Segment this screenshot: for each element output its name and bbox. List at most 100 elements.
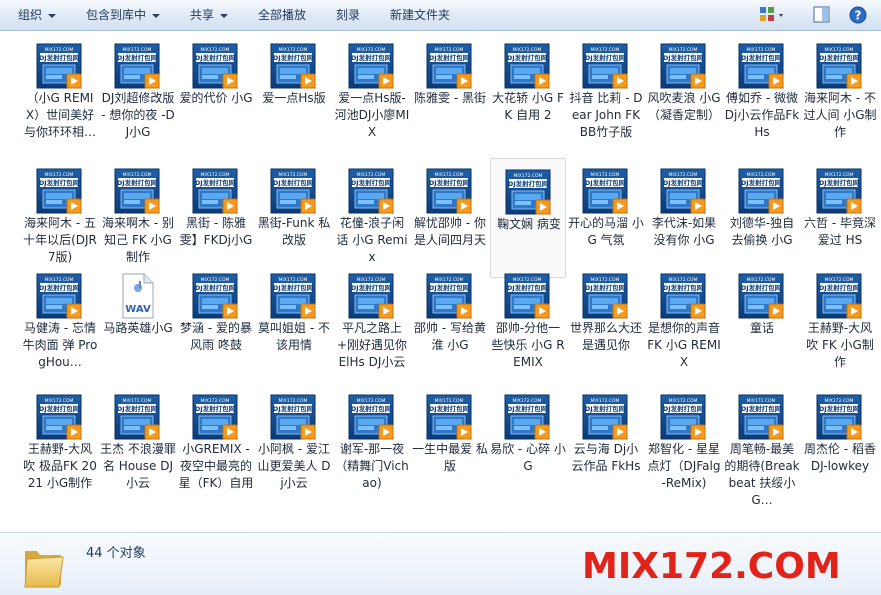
file-item[interactable]: MIX172.COM DJ发射打包网 邵帅-分他一些快乐 小G REMIX bbox=[490, 263, 566, 383]
album-art-thumbnail: MIX172.COM DJ发射打包网 bbox=[581, 42, 629, 90]
file-item[interactable]: MIX172.COM DJ发射打包网 开心的马溜 小G 气氛 bbox=[568, 158, 644, 278]
file-item[interactable]: MIX172.COM DJ发射打包网 爱一点Hs版-河池DJ小廖MIX bbox=[334, 33, 410, 153]
file-item[interactable]: MIX172.COM DJ发射打包网 谢军-那一夜（精舞门Vichao) bbox=[334, 384, 410, 504]
svg-text:?: ? bbox=[855, 9, 862, 23]
file-item[interactable]: WAV 马路英雄小G bbox=[100, 263, 176, 383]
file-name-label: 一生中最爱 私版 bbox=[412, 442, 488, 473]
play-all-button[interactable]: 全部播放 bbox=[258, 0, 306, 30]
svg-text:DJ发射打包网: DJ发射打包网 bbox=[39, 53, 80, 62]
svg-text:DJ发射打包网: DJ发射打包网 bbox=[429, 53, 470, 62]
file-item[interactable]: MIX172.COM DJ发射打包网 海来阿木 - 五十年以后(DJR7版) bbox=[22, 158, 98, 278]
file-name-label: 小阿枫 - 爱江山更爱美人 Dj小云 bbox=[257, 442, 331, 490]
file-item[interactable]: MIX172.COM DJ发射打包网 花僮-浪子闲话 小G Remix bbox=[334, 158, 410, 278]
file-item[interactable]: MIX172.COM DJ发射打包网 李代沫-如果没有你 小G bbox=[646, 158, 722, 278]
svg-text:MIX172.COM: MIX172.COM bbox=[591, 172, 620, 178]
file-name-label: 风吹麦浪 小G（凝香定制） bbox=[647, 91, 721, 122]
album-art-thumbnail: MIX172.COM DJ发射打包网 bbox=[113, 42, 161, 90]
svg-text:MIX172.COM: MIX172.COM bbox=[514, 173, 543, 179]
album-art-thumbnail: MIX172.COM DJ发射打包网 bbox=[425, 167, 473, 215]
svg-text:DJ发射打包网: DJ发射打包网 bbox=[273, 53, 314, 62]
file-name-label: 爱一点Hs版-河池DJ小廖MIX bbox=[334, 91, 410, 139]
svg-text:DJ发射打包网: DJ发射打包网 bbox=[351, 178, 392, 187]
svg-text:DJ发射打包网: DJ发射打包网 bbox=[429, 404, 470, 413]
album-art-thumbnail: MIX172.COM DJ发射打包网 bbox=[425, 42, 473, 90]
file-item[interactable]: MIX172.COM DJ发射打包网 小阿枫 - 爱江山更爱美人 Dj小云 bbox=[256, 384, 332, 504]
file-item[interactable]: MIX172.COM DJ发射打包网 童话 bbox=[724, 263, 800, 383]
file-item[interactable]: MIX172.COM DJ发射打包网 郑智化 - 星星点灯（DJFalg-ReMix… bbox=[646, 384, 722, 504]
file-name-label: DJ刘超修改版 - 想你的夜 -DJ小G bbox=[101, 91, 175, 139]
file-item[interactable]: MIX172.COM DJ发射打包网 周笔畅-最美的期待(Breakbeat 扶绥小… bbox=[724, 384, 800, 507]
file-item[interactable]: MIX172.COM DJ发射打包网 鞠文娴 病变 bbox=[490, 158, 566, 278]
file-item[interactable]: MIX172.COM DJ发射打包网 黑街 - 陈雅雯】FKDj小G bbox=[178, 158, 254, 278]
wav-file-icon: WAV bbox=[113, 272, 161, 320]
file-item[interactable]: MIX172.COM DJ发射打包网 陈雅雯 - 黑街 bbox=[412, 33, 488, 153]
burn-button[interactable]: 刻录 bbox=[336, 0, 360, 30]
file-item[interactable]: MIX172.COM DJ发射打包网 DJ刘超修改版 - 想你的夜 -DJ小G bbox=[100, 33, 176, 153]
album-art-thumbnail: MIX172.COM DJ发射打包网 bbox=[659, 167, 707, 215]
file-item[interactable]: MIX172.COM DJ发射打包网 王赫野-大风吹 极品FK 2021 小G制作 bbox=[22, 384, 98, 504]
share-menu[interactable]: 共享 bbox=[190, 0, 229, 30]
file-item[interactable]: MIX172.COM DJ发射打包网一生中最爱 私版 bbox=[412, 384, 488, 504]
album-art-thumbnail: MIX172.COM DJ发射打包网 bbox=[581, 272, 629, 320]
svg-text:DJ发射打包网: DJ发射打包网 bbox=[273, 283, 314, 292]
file-item[interactable]: MIX172.COM DJ发射打包网 世界那么大还是遇见你 bbox=[568, 263, 644, 383]
file-item[interactable]: MIX172.COM DJ发射打包网 海来阿木 - 不过人间 小G制作 bbox=[802, 33, 878, 153]
file-item[interactable]: MIX172.COM DJ发射打包网 （小G REMIX）世间美好与你环环相… bbox=[22, 33, 98, 153]
svg-text:MIX172.COM: MIX172.COM bbox=[435, 398, 464, 404]
svg-text:MIX172.COM: MIX172.COM bbox=[201, 172, 230, 178]
svg-text:MIX172.COM: MIX172.COM bbox=[825, 172, 854, 178]
svg-text:MIX172.COM: MIX172.COM bbox=[45, 398, 74, 404]
file-item[interactable]: MIX172.COM DJ发射打包网 是想你的声音 FK 小G REMIX bbox=[646, 263, 722, 383]
file-item[interactable]: MIX172.COM DJ发射打包网 周杰伦 - 稻香 DJ-lowkey bbox=[802, 384, 878, 504]
file-item[interactable]: MIX172.COM DJ发射打包网 六哲 - 毕竟深爱过 HS bbox=[802, 158, 878, 278]
include-in-library-menu[interactable]: 包含到库中 bbox=[86, 0, 161, 30]
svg-text:MIX172.COM: MIX172.COM bbox=[435, 47, 464, 53]
svg-text:DJ发射打包网: DJ发射打包网 bbox=[195, 53, 236, 62]
file-item[interactable]: MIX172.COM DJ发射打包网 邵帅 - 写给黄淮 小G bbox=[412, 263, 488, 383]
file-item[interactable]: MIX172.COM DJ发射打包网 爱一点Hs版 bbox=[256, 33, 332, 153]
file-item[interactable]: MIX172.COM DJ发射打包网 平凡之路上+刚好遇见你 ElHs DJ小云 bbox=[334, 263, 410, 383]
preview-pane-icon[interactable] bbox=[812, 5, 832, 25]
svg-text:DJ发射打包网: DJ发射打包网 bbox=[819, 53, 860, 62]
album-art-thumbnail: MIX172.COM DJ发射打包网 bbox=[737, 42, 785, 90]
new-folder-button[interactable]: 新建文件夹 bbox=[390, 0, 450, 30]
file-item[interactable]: MIX172.COM DJ发射打包网 王杰 不浪漫罪名 House DJ小云 bbox=[100, 384, 176, 504]
svg-text:MIX172.COM: MIX172.COM bbox=[591, 398, 620, 404]
svg-text:MIX172.COM: MIX172.COM bbox=[45, 172, 74, 178]
file-item[interactable]: MIX172.COM DJ发射打包网 马健涛 - 忘情牛肉面 弹 ProgHou… bbox=[22, 263, 98, 383]
file-item[interactable]: MIX172.COM DJ发射打包网 傅如乔 - 微微 Dj小云作品FkHs bbox=[724, 33, 800, 153]
file-item[interactable]: MIX172.COM DJ发射打包网 云与海 Dj小云作品 FkHs bbox=[568, 384, 644, 504]
file-item[interactable]: MIX172.COM DJ发射打包网 小GREMIX - 夜空中最亮的星（FK）自用 bbox=[178, 384, 254, 504]
file-item[interactable]: MIX172.COM DJ发射打包网 解忧邵帅 - 你是人间四月天 bbox=[412, 158, 488, 278]
help-icon[interactable]: ? bbox=[848, 5, 868, 25]
svg-text:DJ发射打包网: DJ发射打包网 bbox=[39, 404, 80, 413]
file-item[interactable]: MIX172.COM DJ发射打包网 王赫野-大风吹 FK 小G制作 bbox=[802, 263, 878, 383]
file-item[interactable]: MIX172.COM DJ发射打包网 海来啊木 - 别知己 FK 小G制作 bbox=[100, 158, 176, 278]
album-art-thumbnail: MIX172.COM DJ发射打包网 bbox=[581, 393, 629, 441]
album-art-thumbnail: MIX172.COM DJ发射打包网 bbox=[581, 167, 629, 215]
file-name-label: 邵帅 - 写给黄淮 小G bbox=[414, 321, 486, 352]
file-item[interactable]: MIX172.COM DJ发射打包网 抖音 比莉 - Dear John FKBB竹… bbox=[568, 33, 644, 153]
svg-text:MIX172.COM: MIX172.COM bbox=[279, 47, 308, 53]
svg-text:DJ发射打包网: DJ发射打包网 bbox=[195, 404, 236, 413]
svg-text:DJ发射打包网: DJ发射打包网 bbox=[351, 404, 392, 413]
file-item[interactable]: MIX172.COM DJ发射打包网 爱的代价 小G bbox=[178, 33, 254, 153]
svg-text:MIX172.COM: MIX172.COM bbox=[825, 277, 854, 283]
file-item[interactable]: MIX172.COM DJ发射打包网 风吹麦浪 小G（凝香定制） bbox=[646, 33, 722, 153]
file-item[interactable]: MIX172.COM DJ发射打包网 梦涵 - 爱的暴风雨 咚鼓 bbox=[178, 263, 254, 383]
album-art-thumbnail: MIX172.COM DJ发射打包网 bbox=[737, 167, 785, 215]
file-name-label: 马路英雄小G bbox=[103, 321, 173, 335]
file-item[interactable]: MIX172.COM DJ发射打包网 大花轿 小G FK 自用 2 bbox=[490, 33, 566, 153]
album-art-thumbnail: MIX172.COM DJ发射打包网 bbox=[269, 167, 317, 215]
view-options-icon[interactable] bbox=[758, 5, 788, 25]
svg-text:DJ发射打包网: DJ发射打包网 bbox=[508, 179, 549, 188]
file-item[interactable]: MIX172.COM DJ发射打包网 黑街-Funk 私改版 bbox=[256, 158, 332, 278]
file-item[interactable]: MIX172.COM DJ发射打包网 刘德华-独自去偷换 小G bbox=[724, 158, 800, 278]
file-name-label: 开心的马溜 小G 气氛 bbox=[568, 216, 644, 247]
album-art-thumbnail: MIX172.COM DJ发射打包网 bbox=[35, 42, 83, 90]
file-item[interactable]: MIX172.COM DJ发射打包网 莫叫姐姐 - 不该用情 bbox=[256, 263, 332, 383]
file-item[interactable]: MIX172.COM DJ发射打包网 易欣 - 心碎 小G bbox=[490, 384, 566, 504]
svg-text:MIX172.COM: MIX172.COM bbox=[669, 172, 698, 178]
organize-menu[interactable]: 组织 bbox=[18, 0, 57, 30]
file-name-label: 易欣 - 心碎 小G bbox=[490, 442, 566, 473]
